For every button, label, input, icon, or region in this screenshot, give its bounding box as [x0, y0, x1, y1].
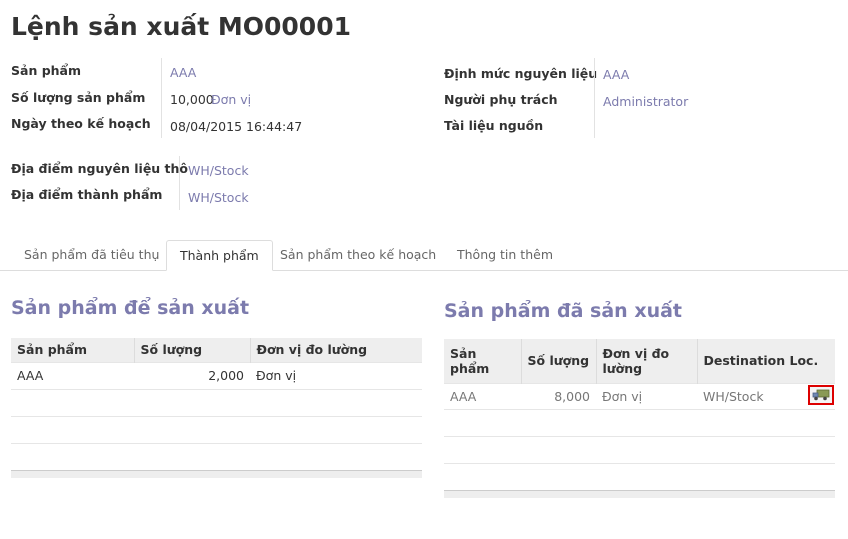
tab-extra-info[interactable]: Thông tin thêm [444, 240, 566, 270]
table-footer [11, 469, 422, 478]
produced-title: Sản phẩm đã sản xuất [444, 300, 683, 322]
column-header-quantity[interactable]: Số lượng [520, 339, 596, 383]
empty-row [11, 388, 422, 416]
raw-material-location-label: Địa điểm nguyên liệu thô [11, 161, 189, 176]
table-footer [444, 489, 835, 498]
column-header-product[interactable]: Sản phẩm [444, 339, 521, 383]
finished-product-location-label: Địa điểm thành phẩm [11, 187, 163, 202]
planned-date-value[interactable]: 08/04/2015 16:44:47 [170, 119, 302, 134]
row-uom: Đơn vị [250, 361, 422, 389]
responsible-label: Người phụ trách [444, 92, 558, 107]
field-divider [161, 58, 162, 138]
column-header-uom[interactable]: Đơn vị đo lường [595, 339, 697, 383]
column-header-destination[interactable]: Destination Loc. [696, 339, 835, 383]
finished-product-location-value[interactable]: WH/Stock [188, 190, 249, 205]
raw-material-location-value[interactable]: WH/Stock [188, 163, 249, 178]
responsible-value[interactable]: Administrator [603, 94, 688, 109]
row-quantity: 2,000 [134, 361, 250, 389]
row-destination-cell: WH/Stock [697, 382, 835, 409]
quantity-unit[interactable]: Đơn vị [211, 92, 251, 107]
field-divider [179, 156, 180, 210]
source-document-label: Tài liệu nguồn [444, 118, 544, 133]
row-uom: Đơn vị [596, 382, 697, 409]
column-header-product[interactable]: Sản phẩm [11, 338, 134, 362]
table-row[interactable]: AAA 2,000 Đơn vị [11, 361, 422, 389]
to-produce-table: Sản phẩm Số lượng Đơn vị đo lường AAA 2,… [11, 338, 422, 478]
bom-value[interactable]: AAA [603, 67, 629, 82]
bom-label: Định mức nguyên liệu [444, 66, 598, 81]
tab-consumed-products[interactable]: Sản phẩm đã tiêu thụ [11, 240, 172, 270]
truck-move-icon [812, 389, 830, 400]
empty-row [11, 442, 422, 470]
empty-row [11, 415, 422, 443]
product-value[interactable]: AAA [170, 65, 196, 80]
quantity-value[interactable]: 10,000 [170, 92, 214, 107]
page-title: Lệnh sản xuất MO00001 [11, 12, 351, 41]
empty-row [444, 408, 835, 436]
to-produce-title: Sản phẩm để sản xuất [11, 297, 250, 319]
column-header-uom[interactable]: Đơn vị đo lường [249, 338, 422, 362]
row-quantity: 8,000 [521, 382, 596, 409]
planned-date-label: Ngày theo kế hoạch [11, 116, 151, 131]
row-product: AAA [444, 382, 521, 409]
notebook-tabs: Sản phẩm đã tiêu thụ Thành phẩm Sản phẩm… [0, 240, 848, 271]
row-product: AAA [11, 361, 134, 389]
product-label: Sản phẩm [11, 63, 81, 78]
table-row[interactable]: AAA 8,000 Đơn vị WH/Stock [444, 382, 835, 409]
field-divider [594, 58, 595, 138]
tab-finished-products[interactable]: Thành phẩm [166, 240, 273, 271]
row-destination: WH/Stock [703, 388, 764, 404]
produced-table: Sản phẩm Số lượng Đơn vị đo lường Destin… [444, 339, 835, 498]
empty-row [444, 462, 835, 490]
column-header-quantity[interactable]: Số lượng [133, 338, 250, 362]
move-product-button[interactable] [808, 384, 834, 405]
empty-row [444, 435, 835, 463]
quantity-label: Số lượng sản phẩm [11, 90, 146, 105]
tab-scheduled-products[interactable]: Sản phẩm theo kế hoạch [267, 240, 449, 270]
